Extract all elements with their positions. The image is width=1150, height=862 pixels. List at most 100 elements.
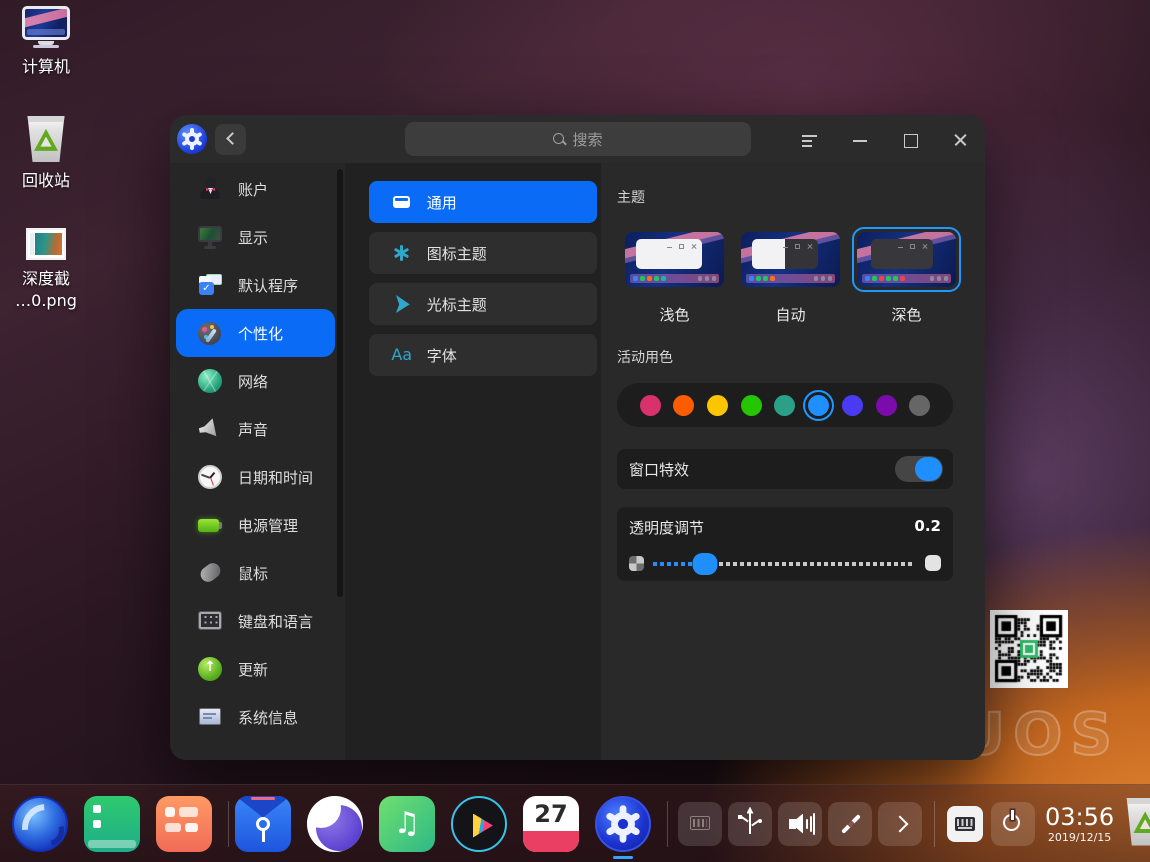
onscreen-keyboard-icon: [690, 816, 710, 830]
dock-movie[interactable]: [451, 796, 507, 852]
battery-icon: [196, 511, 224, 539]
accent-color-gray[interactable]: [909, 395, 930, 416]
sidebar-label: 账户: [238, 179, 268, 200]
sidebar-label: 键盘和语言: [238, 611, 313, 632]
launcher-icon: [12, 796, 68, 852]
accent-color-pink[interactable]: [640, 395, 661, 416]
back-button[interactable]: [215, 124, 246, 155]
close-button[interactable]: [940, 119, 980, 159]
sidebar-item-sound[interactable]: 声音: [176, 405, 335, 453]
subnav-label: 图标主题: [427, 243, 487, 264]
recycle-bin-label: 回收站: [2, 170, 90, 192]
dock-browser[interactable]: [307, 796, 363, 852]
window-effects-toggle[interactable]: [895, 456, 943, 482]
clock-date: 2019/12/15: [1045, 831, 1114, 844]
dock-separator: [228, 801, 229, 847]
computer-label: 计算机: [2, 56, 90, 78]
accent-color-blue-selected[interactable]: [808, 395, 829, 416]
minimize-button[interactable]: [840, 119, 880, 159]
slider-handle[interactable]: [693, 553, 718, 575]
recycle-bin-icon: [25, 116, 67, 162]
desktop-icon-recycle-bin[interactable]: 回收站: [2, 116, 90, 192]
play-icon: [473, 814, 493, 838]
accent-color-teal[interactable]: [774, 395, 795, 416]
computer-icon: [2, 6, 90, 48]
dock-calendar[interactable]: 27: [523, 796, 579, 852]
theme-option-light[interactable]: 浅色: [617, 227, 732, 325]
sidebar-label: 鼠标: [238, 563, 268, 584]
subnav-item-icon-theme[interactable]: 图标主题: [369, 232, 597, 274]
opacity-label: 透明度调节: [629, 517, 704, 538]
subnav-label: 光标主题: [427, 294, 487, 315]
control-center-window: 搜索 账户 显示 ✓: [170, 115, 985, 760]
subnav-item-general[interactable]: 通用: [369, 181, 597, 223]
search-input[interactable]: 搜索: [405, 122, 751, 156]
sidebar-label: 更新: [238, 659, 268, 680]
subnav: 通用 图标主题 光标主题 Aa 字体: [345, 163, 601, 760]
opacity-slider[interactable]: [629, 552, 941, 576]
general-icon: [391, 191, 413, 213]
theme-section-title: 主题: [617, 187, 965, 207]
subnav-item-fonts[interactable]: Aa 字体: [369, 334, 597, 376]
active-app-indicator: [613, 856, 633, 859]
dock-launcher-grid[interactable]: [84, 796, 140, 852]
sidebar-label: 显示: [238, 227, 268, 248]
tray-tablet-pen[interactable]: [828, 802, 872, 846]
fonts-icon: Aa: [391, 344, 413, 366]
opacity-box: 透明度调节 0.2: [617, 507, 953, 581]
sidebar-label: 系统信息: [238, 707, 298, 728]
dock-music[interactable]: ♫: [379, 796, 435, 852]
keyboard-layout-indicator[interactable]: [947, 806, 983, 842]
theme-option-dark[interactable]: 深色: [849, 227, 964, 325]
desktop: 计算机 回收站 深度截 …0.png UOS 搜索: [0, 0, 1150, 862]
accent-color-green[interactable]: [741, 395, 762, 416]
cursor-icon: [391, 293, 413, 315]
accent-color-purple[interactable]: [876, 395, 897, 416]
tray-usb[interactable]: [728, 802, 772, 846]
sidebar-item-system-info[interactable]: 系统信息: [176, 693, 335, 741]
keyboard-icon: [955, 817, 975, 831]
sidebar-item-accounts[interactable]: 账户: [176, 165, 335, 213]
sidebar-item-default-apps[interactable]: ✓ 默认程序: [176, 261, 335, 309]
titlebar[interactable]: 搜索: [170, 115, 985, 163]
sidebar-scrollbar[interactable]: [337, 169, 343, 597]
shutdown-button[interactable]: [991, 802, 1035, 846]
tray-volume[interactable]: [778, 802, 822, 846]
mouse-icon: [196, 559, 224, 587]
sidebar-item-datetime[interactable]: 日期和时间: [176, 453, 335, 501]
sound-icon: [196, 415, 224, 443]
sidebar-item-personalization[interactable]: 个性化: [176, 309, 335, 357]
sidebar-item-update[interactable]: ↑ 更新: [176, 645, 335, 693]
desktop-icon-screenshot-file[interactable]: 深度截 …0.png: [2, 228, 90, 311]
accent-color-indigo[interactable]: [842, 395, 863, 416]
accent-color-yellow[interactable]: [707, 395, 728, 416]
tray-onboard-keyboard[interactable]: [678, 802, 722, 846]
display-icon: [196, 223, 224, 251]
sidebar-item-network[interactable]: 网络: [176, 357, 335, 405]
theme-option-auto[interactable]: 自动: [733, 227, 848, 325]
opaque-square-icon: [925, 555, 941, 571]
personalization-icon: [196, 319, 224, 347]
subnav-item-cursor-theme[interactable]: 光标主题: [369, 283, 597, 325]
sidebar-item-mouse[interactable]: 鼠标: [176, 549, 335, 597]
maximize-button[interactable]: [890, 119, 930, 159]
dock-clock[interactable]: 03:56 2019/12/15: [1045, 804, 1114, 844]
accent-color-orange[interactable]: [673, 395, 694, 416]
sidebar-item-display[interactable]: 显示: [176, 213, 335, 261]
screenshot-thumbnail-icon: [26, 228, 66, 260]
desktop-icon-computer[interactable]: 计算机: [2, 6, 90, 78]
sidebar-item-power[interactable]: 电源管理: [176, 501, 335, 549]
keyboard-icon: [196, 607, 224, 635]
dock-launcher[interactable]: [12, 796, 68, 852]
tray-expand-chevron[interactable]: [878, 802, 922, 846]
menu-button[interactable]: [790, 119, 830, 159]
snowflake-icon: [391, 242, 413, 264]
dock-control-center[interactable]: [595, 796, 651, 852]
dock-multitasking-view[interactable]: [156, 796, 212, 852]
sidebar-item-keyboard[interactable]: 键盘和语言: [176, 597, 335, 645]
dock-file-manager[interactable]: [235, 796, 291, 852]
sidebar-label: 日期和时间: [238, 467, 313, 488]
slider-track[interactable]: [653, 562, 915, 566]
dock-trash[interactable]: [1124, 798, 1150, 850]
accent-section-title: 活动用色: [617, 347, 965, 367]
